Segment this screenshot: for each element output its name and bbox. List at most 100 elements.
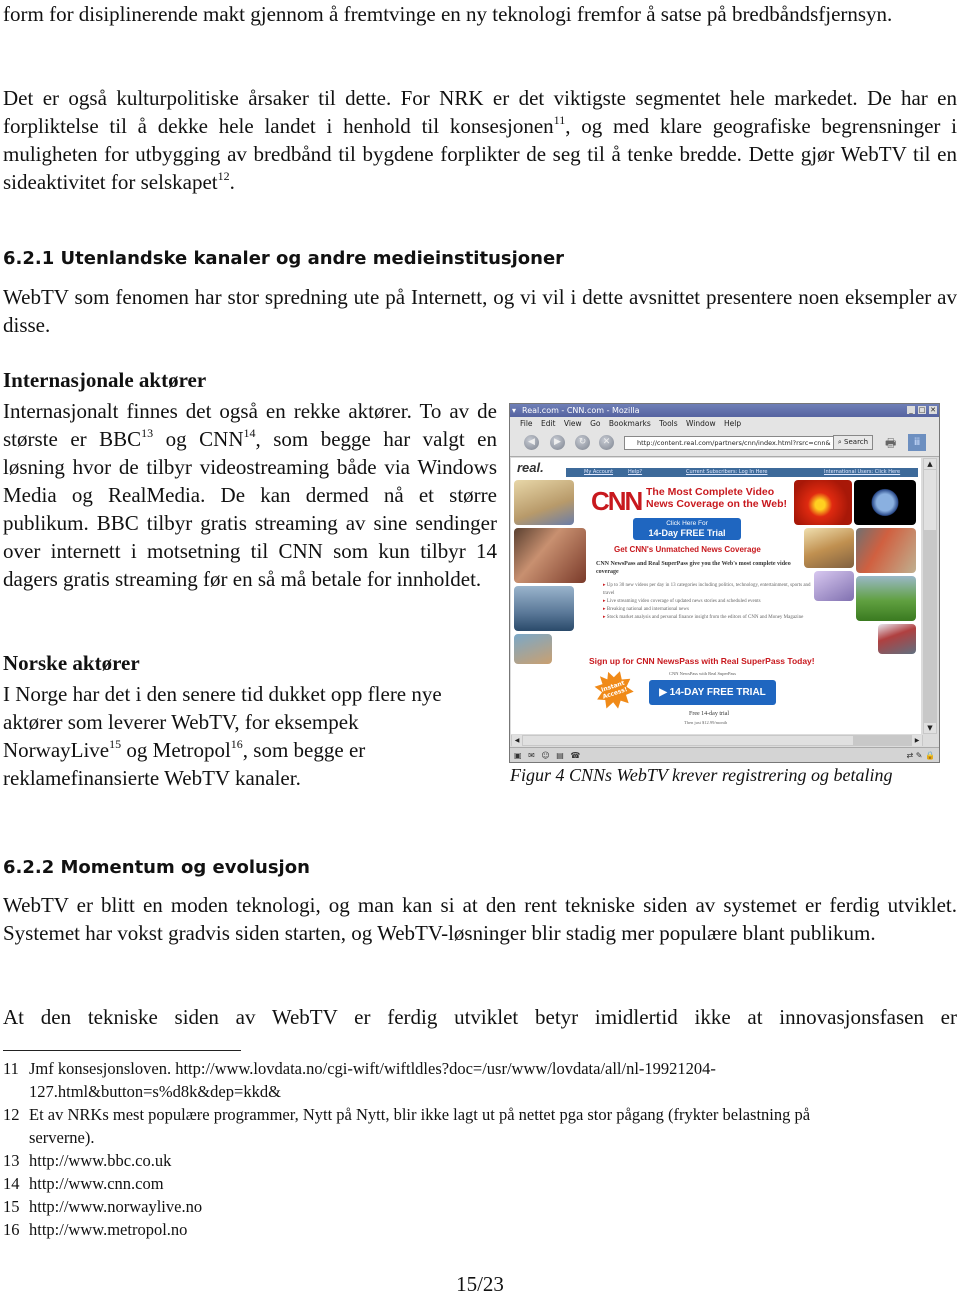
footnote: 13 http://www.bbc.co.uk — [3, 1149, 953, 1172]
cta-small-text: Click Here For — [666, 520, 708, 527]
footnote-number: 15 — [3, 1197, 20, 1216]
footnote-text: Et av NRKs mest populære programmer, Nyt… — [29, 1105, 811, 1124]
nav-link: Current Subscribers: Log In Here — [686, 469, 768, 475]
tagline-line: News Coverage on the Web! — [646, 498, 788, 510]
free-trial-button: ▶ 14-DAY FREE TRIAL — [649, 680, 776, 705]
feature-item: Stock market analysis and personal finan… — [603, 614, 823, 622]
stop-icon: ✕ — [599, 435, 614, 450]
window-menu-icon: ▾ — [512, 406, 517, 415]
price-note: Then just $12.99/month — [684, 720, 728, 725]
text: og CNN — [153, 427, 244, 451]
section-heading: 6.2.1 Utenlandske kanaler og andre medie… — [3, 248, 565, 269]
footnote: 16 http://www.metropol.no — [3, 1218, 953, 1241]
photo-flag — [878, 624, 916, 654]
menu-view: View — [563, 419, 582, 428]
status-bar: ▣ ✉ ☺ ▤ ☎ ⇄ ✎ 🔒 — [510, 747, 939, 762]
photo-reporter — [514, 480, 574, 525]
text-line: NorwayLive15 og Metropol16, som begge er — [3, 736, 503, 764]
chat-icon: ☺ — [541, 751, 550, 760]
connection-icons: ⇄ ✎ 🔒 — [906, 751, 935, 760]
footnote-ref[interactable]: 15 — [109, 737, 121, 751]
photo-earth — [854, 480, 916, 525]
text-line: I Norge har det i den senere tid dukket … — [3, 682, 442, 706]
photo-president — [514, 528, 586, 583]
photo-tornado — [856, 576, 916, 621]
nav-link: Help? — [628, 469, 643, 475]
web-page-content: real. My Account Help? Current Subscribe… — [511, 458, 921, 734]
site-nav: My Account Help? Current Subscribers: Lo… — [566, 468, 918, 477]
maximize-icon: □ — [918, 406, 926, 414]
body-paragraph: Det er også kulturpolitiske årsaker til … — [3, 84, 957, 196]
feature-item: Live streaming video coverage of updated… — [603, 598, 823, 606]
minimize-icon: _ — [907, 406, 915, 414]
subsection-heading: Norske aktører — [3, 651, 140, 675]
navigator-icon: ▣ — [514, 751, 522, 760]
scroll-down-icon: ▼ — [924, 723, 936, 733]
scroll-left-icon: ◀ — [512, 735, 522, 746]
search-button: ⌕ Search — [833, 435, 873, 450]
free-trial-note: Free 14-day trial — [689, 711, 729, 717]
text: , som begge er — [242, 738, 366, 762]
url-bar: http://content.real.com/partners/cnn/ind… — [624, 436, 838, 450]
photo-jet — [514, 586, 574, 631]
free-trial-banner-button: Click Here For 14-Day FREE Trial — [633, 518, 741, 540]
section-heading: 6.2.2 Momentum og evolusjon — [3, 857, 310, 878]
footnote-link[interactable]: http://www.cnn.com — [29, 1174, 164, 1193]
menu-go: Go — [590, 419, 601, 428]
photo-street — [514, 634, 552, 664]
footnote-number: 14 — [3, 1174, 20, 1193]
instant-access-badge: Instant Access! — [590, 666, 638, 714]
mail-icon: ✉ — [528, 751, 535, 760]
footnotes: 11 Jmf konsesjonsloven. http://www.lovdat… — [3, 1057, 953, 1241]
vertical-scrollbar: ▲ ▼ — [923, 458, 937, 734]
scroll-up-icon: ▲ — [924, 459, 936, 469]
footnote-ref[interactable]: 12 — [218, 169, 230, 183]
footnote-ref[interactable]: 16 — [231, 737, 243, 751]
footnote-ref[interactable]: 14 — [243, 426, 255, 440]
scroll-thumb — [523, 736, 853, 745]
footnote-continuation: 127.html&button=s%d8k&dep=kkd& — [29, 1082, 281, 1101]
footnote: 11 Jmf konsesjonsloven. http://www.lovdat… — [3, 1057, 953, 1080]
body-paragraph: WebTV som fenomen har stor spredning ute… — [3, 285, 957, 337]
footnote-ref[interactable]: 13 — [141, 426, 153, 440]
feature-list: Up to 30 new videos per day in 13 catego… — [603, 582, 823, 622]
menu-help: Help — [724, 419, 742, 428]
text: , som begge har valgt en løsning hvor de… — [3, 427, 497, 591]
cta-big-text: 14-Day FREE Trial — [648, 528, 726, 538]
scroll-thumb — [924, 470, 936, 530]
print-icon: 🖶 — [885, 436, 897, 450]
close-icon: ✕ — [929, 406, 937, 414]
text: NorwayLive — [3, 738, 110, 762]
promo-intro: CNN NewsPass and Real SuperPass give you… — [596, 561, 791, 575]
footnote-link[interactable]: http://www.norwaylive.no — [29, 1197, 202, 1216]
footnote-separator — [3, 1050, 241, 1051]
menu-window: Window — [686, 419, 716, 428]
nav-link: International Users: Click Here — [824, 469, 901, 475]
cnn-logo: CNN — [591, 486, 643, 516]
text-line: reklamefinansierte WebTV kanaler. — [3, 766, 301, 790]
photo-sun — [794, 480, 852, 525]
text: og Metropol — [121, 738, 231, 762]
photo-people — [856, 528, 916, 573]
menu-tools: Tools — [659, 419, 678, 428]
newspass-label: CNN NewsPass with Real SuperPass — [669, 671, 736, 676]
body-paragraph: I Norge har det i den senere tid dukket … — [3, 680, 503, 792]
menu-bookmarks: Bookmarks — [608, 419, 651, 428]
throbber-icon: ⅲ — [908, 434, 926, 451]
subsection-heading: Internasjonale aktører — [3, 368, 207, 392]
promo-heading: Get CNN's Unmatched News Coverage — [614, 545, 761, 554]
footnote-number: 12 — [3, 1105, 20, 1124]
addressbook-icon: ☎ — [570, 751, 581, 760]
navigation-toolbar: ◀ ▶ ↻ ✕ http://content.real.com/partners… — [510, 430, 939, 457]
footnote-number: 13 — [3, 1151, 20, 1170]
footnote-ref[interactable]: 11 — [554, 113, 566, 127]
page-number: 15/23 — [456, 1272, 504, 1296]
text-line: aktører som leverer WebTV, for eksempek — [3, 710, 359, 734]
tagline-line: The Most Complete Video — [646, 486, 775, 498]
footnote-link[interactable]: http://www.bbc.co.uk — [29, 1151, 171, 1170]
nav-link: My Account — [584, 469, 614, 475]
footnote-link[interactable]: http://www.metropol.no — [29, 1220, 187, 1239]
footnote: 14 http://www.cnn.com — [3, 1172, 953, 1195]
scroll-right-icon: ▶ — [912, 735, 922, 746]
search-label: Search — [844, 438, 869, 446]
